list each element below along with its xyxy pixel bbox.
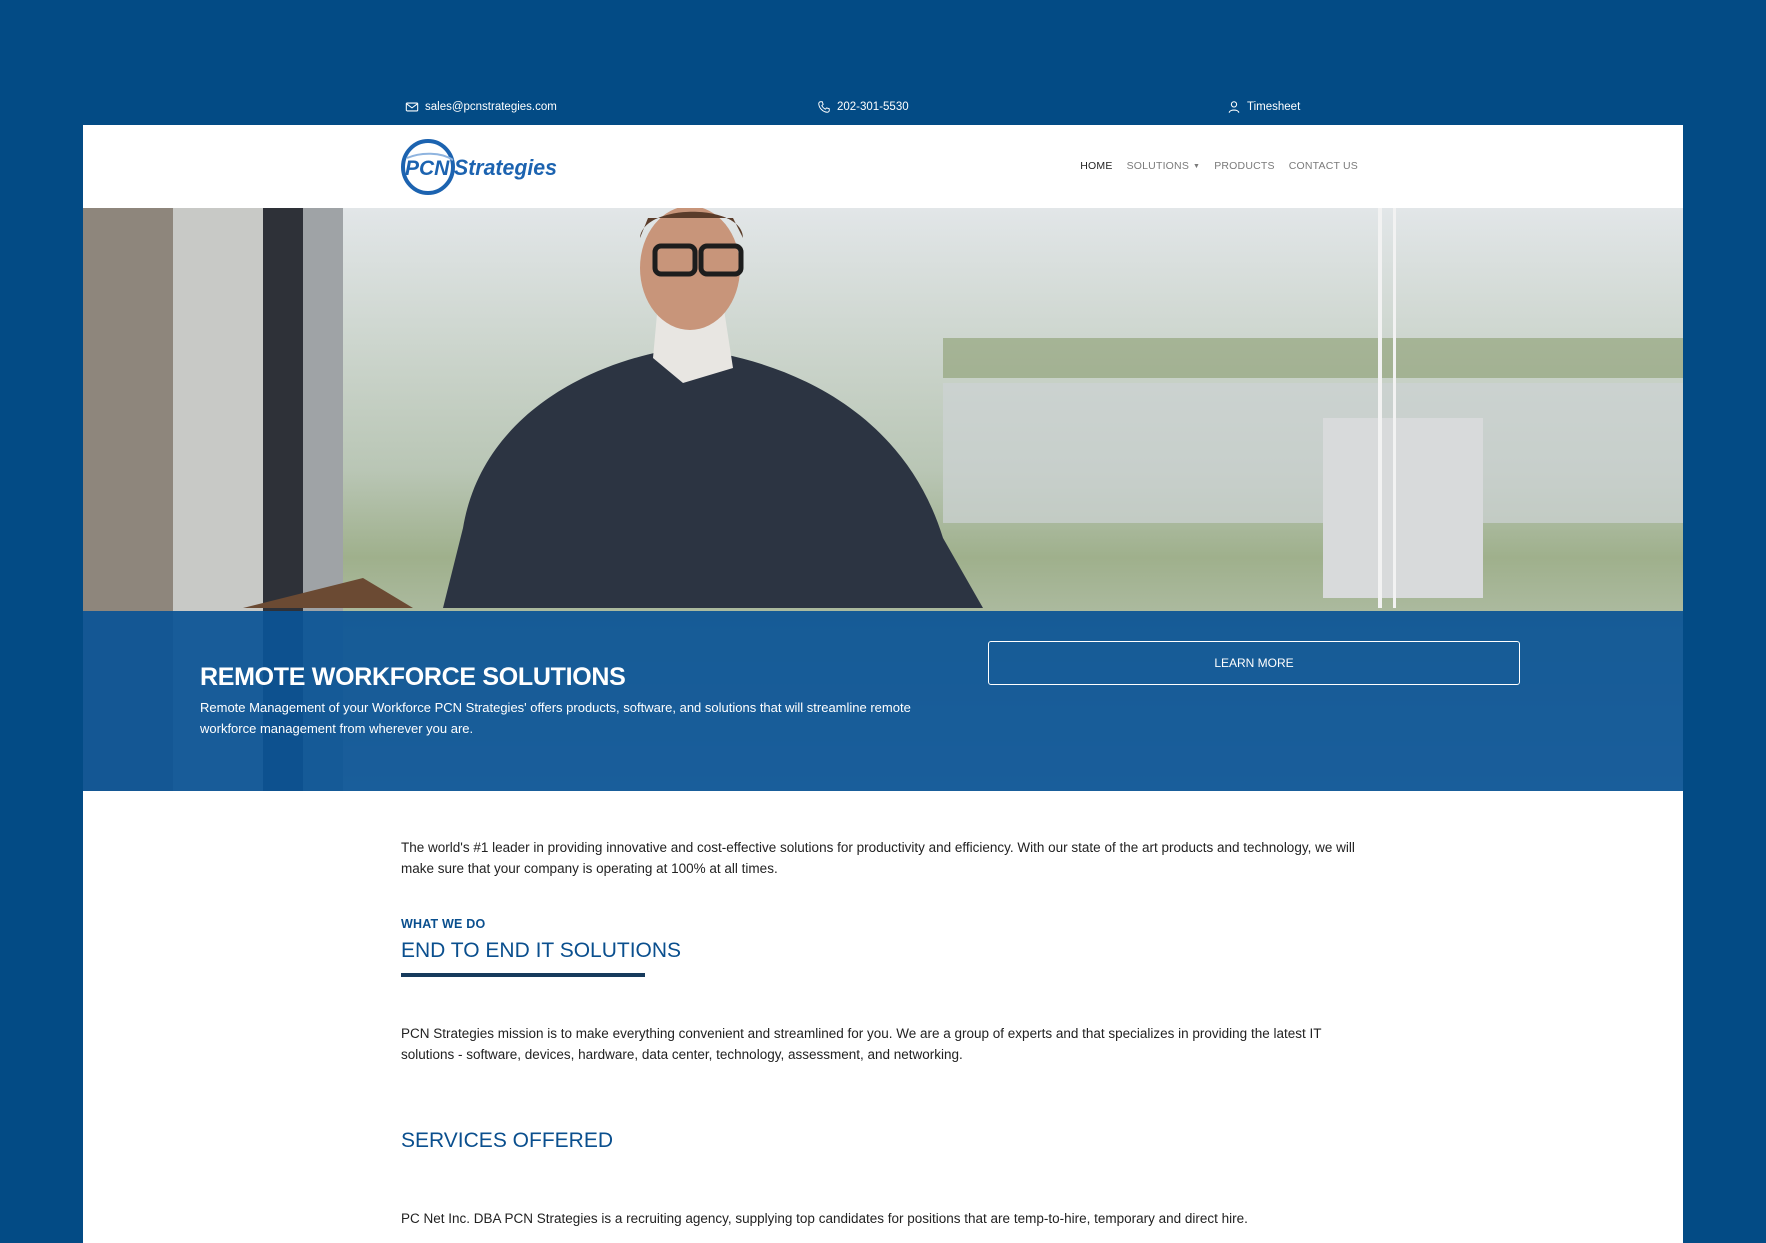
services-paragraph: PC Net Inc. DBA PCN Strategies is a recr…	[401, 1211, 1248, 1226]
nav-products[interactable]: PRODUCTS	[1214, 160, 1275, 172]
navbar: PCN Strategies HOME SOLUTIONS ▼ PRODUCTS …	[83, 125, 1683, 208]
nav-home[interactable]: HOME	[1080, 160, 1112, 172]
nav-solutions-label: SOLUTIONS	[1126, 160, 1190, 172]
timesheet-link[interactable]: Timesheet	[1227, 100, 1300, 114]
section-heading-services: SERVICES OFFERED	[401, 1129, 613, 1152]
pcn-strategies-logo[interactable]: PCN Strategies	[401, 138, 561, 196]
intro-paragraph: The world's #1 leader in providing innov…	[401, 840, 1355, 876]
hero-banner: REMOTE WORKFORCE SOLUTIONS Remote Manage…	[83, 208, 1683, 791]
hero-title: REMOTE WORKFORCE SOLUTIONS	[200, 663, 626, 691]
caret-down-icon: ▼	[1193, 163, 1201, 170]
phone-icon	[818, 101, 830, 113]
main-content: The world's #1 leader in providing innov…	[401, 837, 1361, 1226]
email-link[interactable]: sales@pcnstrategies.com	[405, 100, 557, 114]
phone-text: 202-301-5530	[837, 101, 909, 113]
mission-paragraph: PCN Strategies mission is to make everyt…	[401, 1026, 1322, 1062]
hero-caption-band: REMOTE WORKFORCE SOLUTIONS Remote Manage…	[83, 611, 1683, 791]
section-eyebrow: WHAT WE DO	[401, 917, 486, 931]
heading-underline	[401, 973, 645, 977]
email-text: sales@pcnstrategies.com	[425, 101, 557, 113]
logo-text-strategies: Strategies	[454, 155, 557, 180]
section-heading-solutions: END TO END IT SOLUTIONS	[401, 939, 682, 962]
timesheet-text: Timesheet	[1247, 101, 1301, 113]
user-icon	[1228, 101, 1240, 113]
main-nav: HOME SOLUTIONS ▼ PRODUCTS CONTACT US	[1080, 160, 1358, 172]
nav-solutions[interactable]: SOLUTIONS ▼	[1127, 160, 1201, 172]
learn-more-button[interactable]: LEARN MORE	[988, 641, 1520, 685]
page-frame: PCN Strategies HOME SOLUTIONS ▼ PRODUCTS …	[83, 125, 1683, 1243]
hero-description: Remote Management of your Workforce PCN …	[200, 700, 911, 736]
top-contact-bar: sales@pcnstrategies.com 202-301-5530 Tim…	[0, 98, 1766, 120]
nav-contact[interactable]: CONTACT US	[1289, 160, 1358, 172]
phone-link[interactable]: 202-301-5530	[817, 100, 909, 114]
envelope-icon	[405, 102, 419, 112]
logo-text-pcn: PCN	[405, 157, 450, 180]
